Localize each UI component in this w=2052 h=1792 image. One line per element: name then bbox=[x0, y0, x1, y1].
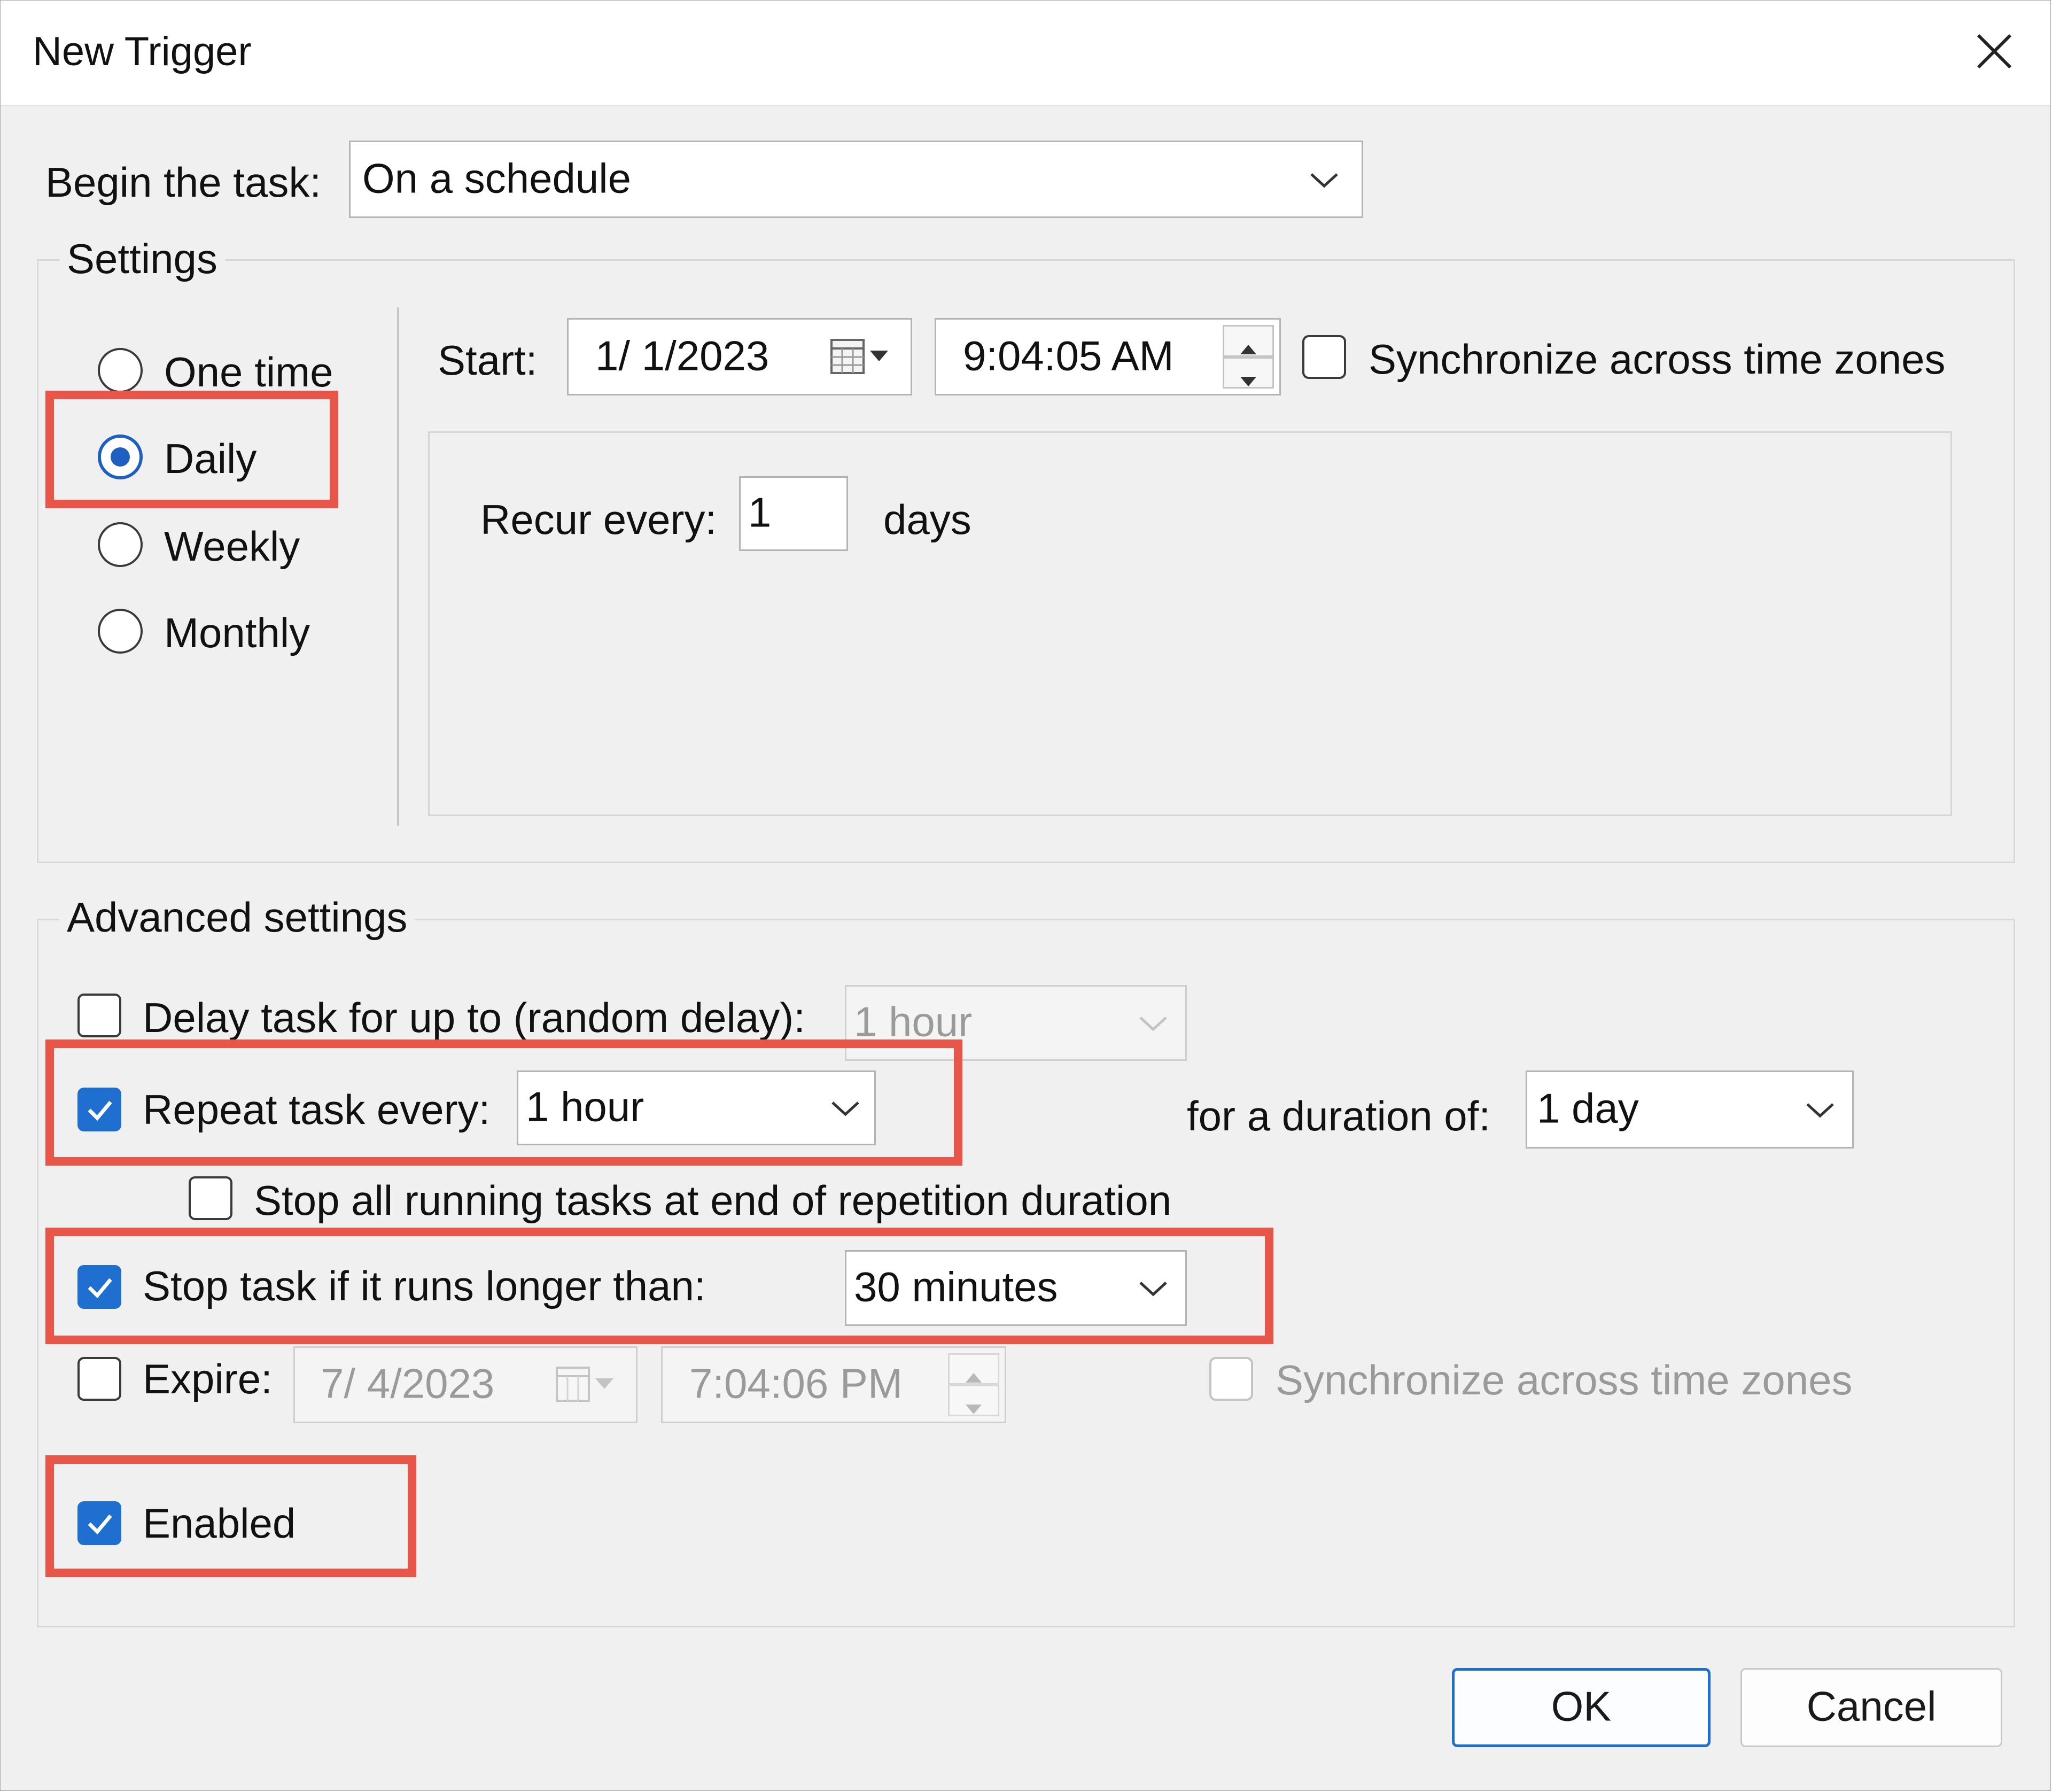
radio-monthly-label: Monthly bbox=[164, 609, 310, 657]
arrow-down-icon bbox=[1224, 366, 1272, 397]
close-button[interactable] bbox=[1960, 17, 2029, 86]
calendar-dropdown-icon bbox=[555, 1363, 617, 1406]
duration-value: 1 day bbox=[1537, 1084, 1639, 1133]
expire-time-field[interactable]: 7:04:06 PM bbox=[661, 1346, 1006, 1423]
window-title: New Trigger bbox=[33, 28, 252, 75]
duration-label: for a duration of: bbox=[1187, 1092, 1490, 1141]
start-date-picker[interactable]: 1/ 1/2023 bbox=[567, 318, 912, 395]
start-time-spinner[interactable] bbox=[1223, 325, 1274, 389]
stop-all-checkbox[interactable] bbox=[189, 1176, 232, 1220]
ok-button[interactable]: OK bbox=[1452, 1668, 1711, 1747]
calendar-dropdown-icon bbox=[829, 336, 891, 378]
delay-task-checkbox[interactable] bbox=[77, 994, 121, 1037]
expire-label: Expire: bbox=[143, 1355, 273, 1403]
expire-time-value: 7:04:06 PM bbox=[689, 1360, 903, 1408]
highlight-enabled bbox=[45, 1455, 416, 1577]
settings-separator bbox=[397, 307, 399, 826]
spin-up-button[interactable] bbox=[948, 1353, 999, 1385]
radio-weekly[interactable] bbox=[98, 522, 143, 567]
arrow-down-icon bbox=[950, 1394, 998, 1425]
chevron-down-icon bbox=[1804, 1099, 1836, 1120]
radio-weekly-label: Weekly bbox=[164, 522, 300, 571]
expire-time-spinner[interactable] bbox=[948, 1353, 999, 1416]
radio-monthly[interactable] bbox=[98, 609, 143, 654]
start-time-value: 9:04:05 AM bbox=[963, 331, 1174, 380]
highlight-daily bbox=[45, 391, 338, 508]
start-date-value: 1/ 1/2023 bbox=[595, 331, 769, 380]
expire-checkbox[interactable] bbox=[77, 1357, 121, 1401]
spin-down-button[interactable] bbox=[948, 1385, 999, 1416]
close-icon bbox=[1960, 17, 2029, 86]
chevron-down-icon bbox=[1137, 1012, 1169, 1034]
cancel-button-label: Cancel bbox=[1742, 1682, 2001, 1731]
cancel-button[interactable]: Cancel bbox=[1740, 1668, 2002, 1747]
recur-panel bbox=[428, 431, 1952, 816]
radio-one-time[interactable] bbox=[98, 348, 143, 393]
begin-task-value: On a schedule bbox=[362, 154, 631, 203]
ok-button-label: OK bbox=[1455, 1682, 1708, 1731]
delay-task-label: Delay task for up to (random delay): bbox=[143, 994, 805, 1042]
begin-task-label: Begin the task: bbox=[45, 158, 321, 207]
start-time-field[interactable]: 9:04:05 AM bbox=[935, 318, 1281, 395]
radio-one-time-label: One time bbox=[164, 348, 333, 397]
highlight-repeat-task bbox=[45, 1039, 962, 1166]
expire-sync-label: Synchronize across time zones bbox=[1276, 1356, 1852, 1405]
expire-sync-checkbox[interactable] bbox=[1209, 1357, 1253, 1401]
recur-every-value: 1 bbox=[748, 488, 771, 537]
begin-task-dropdown[interactable]: On a schedule bbox=[349, 141, 1363, 218]
duration-dropdown[interactable]: 1 day bbox=[1526, 1070, 1854, 1149]
recur-every-label: Recur every: bbox=[480, 495, 717, 544]
sync-timezones-checkbox[interactable] bbox=[1302, 335, 1346, 379]
recur-unit-label: days bbox=[883, 495, 971, 544]
new-trigger-dialog: New Trigger Begin the task: On a schedul… bbox=[0, 0, 2051, 1791]
recur-every-input[interactable]: 1 bbox=[739, 476, 848, 551]
chevron-down-icon bbox=[1308, 169, 1340, 190]
start-label: Start: bbox=[438, 336, 537, 385]
advanced-settings-title: Advanced settings bbox=[59, 893, 415, 942]
expire-date-value: 7/ 4/2023 bbox=[321, 1360, 494, 1408]
settings-group-title: Settings bbox=[59, 235, 225, 283]
highlight-stop-if-longer bbox=[45, 1228, 1273, 1344]
spin-up-button[interactable] bbox=[1223, 325, 1274, 357]
spin-down-button[interactable] bbox=[1223, 357, 1274, 389]
stop-all-label: Stop all running tasks at end of repetit… bbox=[254, 1176, 1171, 1225]
sync-timezones-label: Synchronize across time zones bbox=[1369, 335, 1945, 384]
title-bar: New Trigger bbox=[1, 1, 2050, 106]
expire-date-picker[interactable]: 7/ 4/2023 bbox=[293, 1346, 638, 1423]
